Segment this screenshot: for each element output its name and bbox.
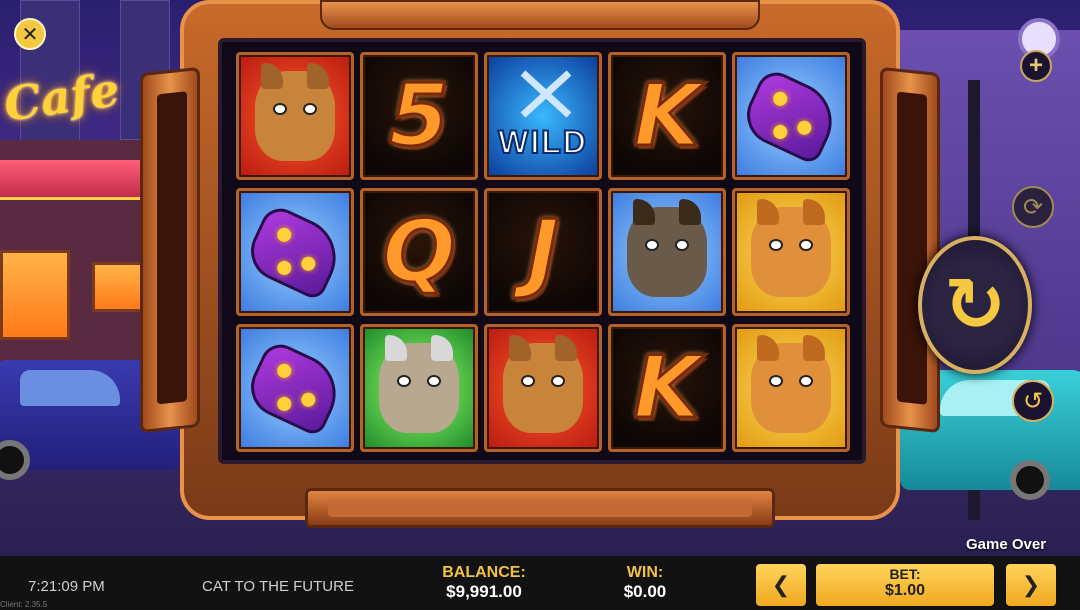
dog-character [627,199,707,297]
spin-icon: ↻ [943,263,1006,346]
gadget-light [274,258,294,278]
character-ear [633,199,655,225]
reel-cell [732,188,850,316]
machine-side-panel-left [140,66,200,434]
character-eye [397,375,411,387]
gadget-light [794,118,814,138]
reel-cell: 5 [360,52,478,180]
close-button[interactable]: ✕ [14,18,46,50]
car-wheel [0,440,30,480]
autoplay-icon: ⟳ [1022,193,1044,221]
bet-label: BET: [889,566,921,582]
letter-symbol: 5 [388,66,451,166]
bet-display[interactable]: BET: $1.00 [816,564,994,606]
reel-cell [732,324,850,452]
gadget-light [298,390,318,410]
gadget-light [274,225,294,245]
machine-top-cap [320,0,760,30]
reel-cell: WILD [484,52,602,180]
gadget-symbol [241,202,349,302]
balance-value: $9,991.00 [446,582,522,601]
letter-symbol: K [632,338,702,438]
character-eye [303,103,317,115]
reel-cell: K [608,324,726,452]
character-ear [555,335,577,361]
reel-cell [608,188,726,316]
reel-cell [236,324,354,452]
reel-grid: 5 WILD K Q J K [218,38,866,464]
letter-symbol: K [632,66,702,166]
character-eye [675,239,689,251]
bet-decrease-button[interactable]: ❮ [756,564,806,606]
cat-boss-character [503,335,583,433]
reel-cell [732,52,850,180]
gadget-light [770,89,790,109]
character-ear [509,335,531,361]
scientist-character [379,335,459,433]
win-label: WIN: [626,564,664,581]
letter-symbol: Q [381,202,457,302]
gadget-light [298,254,318,274]
character-eye [769,375,783,387]
gadget-symbol [737,66,845,166]
autoplay-button[interactable]: ⟳ [1012,186,1054,228]
reel-cell: K [608,52,726,180]
machine-bottom-panel [305,488,775,528]
gadget-symbol [241,338,349,438]
character-ear [307,63,329,89]
cat-boss-character [255,63,335,161]
character-ear [803,335,825,361]
gadget-light [274,361,294,381]
reel-cell [484,324,602,452]
wild-crossed-tools-icon [520,70,572,118]
character-eye [799,375,813,387]
win-value: $0.00 [623,582,667,601]
character-eye [521,375,535,387]
car-wheel [1010,460,1050,500]
wild-label: WILD [497,123,588,161]
client-version: Client: 2.35.5 [0,600,48,609]
reel-cell [360,324,478,452]
balance-label: BALANCE: [442,564,526,581]
character-ear [261,63,283,89]
character-ear [679,199,701,225]
spin-button[interactable]: ↻ [918,236,1032,374]
character-ear [757,199,779,225]
character-ear [757,335,779,361]
bottom-panel-inset [328,499,752,517]
win-display: WIN: $0.00 [612,564,678,602]
character-eye [769,239,783,251]
reel-cell [236,188,354,316]
side-slot [157,91,187,405]
character-eye [645,239,659,251]
side-slot [897,91,927,405]
cat-girl-character [751,199,831,297]
character-eye [427,375,441,387]
car-window [20,370,120,406]
game-title: CAT TO THE FUTURE [202,578,354,595]
character-eye [273,103,287,115]
character-eye [799,239,813,251]
quick-spin-button[interactable]: ↺ [1012,380,1054,422]
reel-cell: Q [360,188,478,316]
machine-side-panel-right [880,66,940,434]
balance-display: BALANCE: $9,991.00 [432,564,536,602]
clock-time: 7:21:09 PM [28,578,105,595]
bet-increase-button[interactable]: ❯ [1006,564,1056,606]
character-ear [385,335,407,361]
cat-girl-character [751,335,831,433]
gadget-light [770,122,790,142]
plus-button[interactable]: + [1020,50,1052,82]
reel-cell: J [484,188,602,316]
character-ear [803,199,825,225]
quick-spin-icon: ↺ [1022,387,1044,415]
cafe-window [0,250,70,340]
character-eye [551,375,565,387]
character-ear [431,335,453,361]
game-over-label: Game Over [966,536,1047,553]
bet-value: $1.00 [884,582,926,599]
reel-cell [236,52,354,180]
gadget-light [274,394,294,414]
letter-symbol: J [526,202,561,302]
